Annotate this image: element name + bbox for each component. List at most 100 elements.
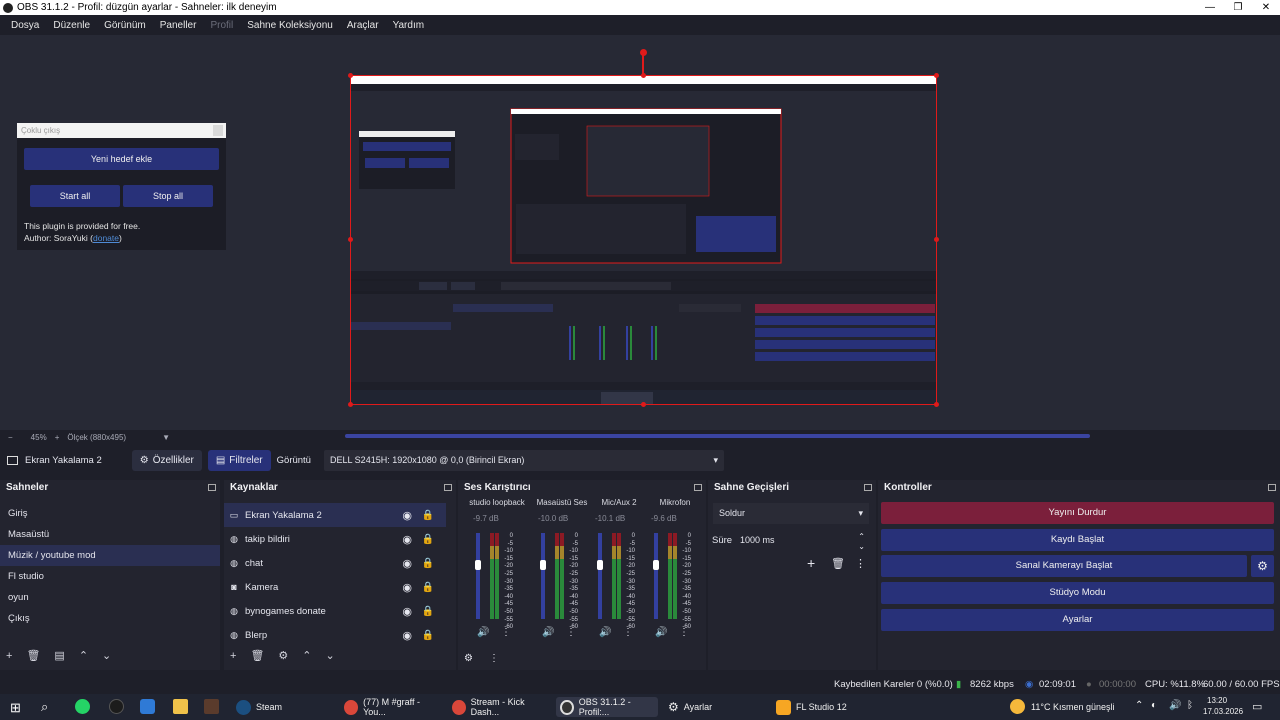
taskbar-obs[interactable]: OBS 31.1.2 - Profil:... (556, 697, 658, 717)
volume-slider-track[interactable] (654, 533, 658, 619)
taskbar-steam[interactable]: Steam (232, 697, 336, 717)
speaker-icon[interactable]: 🔊 (599, 627, 611, 638)
undock-icon[interactable] (444, 484, 452, 491)
scene-item[interactable]: Masaüstü (0, 524, 220, 545)
taskbar-chrome-youtube[interactable]: (77) M #graff - You... (340, 697, 444, 717)
speaker-icon[interactable]: 🔊 (655, 627, 667, 638)
trash-icon[interactable]: 🗑 (831, 557, 845, 570)
menu-help[interactable]: Yardım (386, 20, 432, 31)
trash-icon[interactable]: 🗑 (250, 649, 264, 662)
lock-icon[interactable]: 🔒 (422, 558, 434, 569)
move-up-icon[interactable]: ⌃ (79, 649, 88, 662)
advanced-audio-icon[interactable]: ⚙ (464, 653, 473, 664)
scale-label[interactable]: Ölçek (880x495) (67, 433, 126, 442)
undock-icon[interactable] (694, 484, 702, 491)
search-icon[interactable]: ⌕ (41, 699, 48, 715)
transition-menu-icon[interactable]: ⋮ (855, 557, 866, 570)
maximize-button[interactable]: ❐ (1224, 2, 1252, 13)
add-icon[interactable]: + (230, 650, 236, 662)
source-item[interactable]: ▭ Ekran Yakalama 2 ◉ 🔒 (224, 503, 446, 527)
eye-icon[interactable]: ◉ (402, 605, 412, 618)
menu-docks[interactable]: Paneller (153, 20, 204, 31)
stop-all-button[interactable]: Stop all (123, 185, 213, 207)
notification-icon[interactable]: ▭ (1252, 700, 1262, 713)
lock-icon[interactable]: 🔒 (422, 630, 434, 641)
volume-slider-track[interactable] (598, 533, 602, 619)
scene-item[interactable]: Giriş (0, 503, 220, 524)
clock-time[interactable]: 13:20 (1207, 696, 1227, 705)
tray-expand-icon[interactable]: ⌃ (1135, 700, 1143, 711)
volume-slider-handle[interactable] (597, 560, 603, 570)
settings-button[interactable]: Ayarlar (881, 609, 1274, 631)
eye-icon[interactable]: ◉ (402, 557, 412, 570)
source-item[interactable]: ◙ Kamera ◉ 🔒 (224, 575, 446, 599)
weather-text[interactable]: 11°C Kısmen güneşli (1031, 702, 1114, 712)
move-down-icon[interactable]: ⌄ (326, 649, 335, 662)
eye-icon[interactable]: ◉ (402, 581, 412, 594)
add-icon[interactable]: + (6, 650, 12, 662)
minimize-button[interactable]: — (1196, 2, 1224, 13)
resize-handle-top-right[interactable] (934, 73, 939, 78)
move-up-icon[interactable]: ⌃ (302, 649, 311, 662)
scene-item[interactable]: Fl studio (0, 566, 220, 587)
eye-icon[interactable]: ◉ (402, 509, 412, 522)
virtual-camera-settings-gear-icon[interactable]: ⚙ (1251, 555, 1274, 577)
app-icon[interactable] (204, 699, 219, 714)
menu-view[interactable]: Görünüm (97, 20, 153, 31)
scene-item-selected[interactable]: Müzik / youtube mod (0, 545, 220, 566)
studio-mode-button[interactable]: Stüdyo Modu (881, 582, 1274, 604)
scene-item[interactable]: oyun (0, 587, 220, 608)
start-virtual-camera-button[interactable]: Sanal Kamerayı Başlat (881, 555, 1247, 577)
scale-dropdown-icon[interactable]: ▼ (162, 433, 170, 442)
start-all-button[interactable]: Start all (30, 185, 120, 207)
start-recording-button[interactable]: Kaydı Başlat (881, 529, 1274, 551)
mixer-menu-icon[interactable]: ⋮ (489, 653, 499, 664)
menu-edit[interactable]: Düzenle (46, 20, 97, 31)
filter-icon[interactable]: ▤ (54, 649, 64, 662)
volume-icon[interactable]: 🔊 (1169, 700, 1181, 711)
resize-handle-right[interactable] (934, 237, 939, 242)
add-target-button[interactable]: Yeni hedef ekle (24, 148, 219, 170)
taskbar-fl-studio[interactable]: FL Studio 12 (772, 697, 872, 717)
menu-scene-collection[interactable]: Sahne Koleksiyonu (240, 20, 340, 31)
speaker-icon[interactable]: 🔊 (542, 627, 554, 638)
source-item[interactable]: ◍ takip bildiri ◉ 🔒 (224, 527, 446, 551)
lock-icon[interactable]: 🔒 (422, 582, 434, 593)
volume-slider-handle[interactable] (475, 560, 481, 570)
screen-capture-source[interactable] (350, 75, 937, 405)
add-transition-icon[interactable]: + (807, 555, 815, 571)
speaker-icon[interactable]: 🔊 (477, 627, 489, 638)
channel-menu-icon[interactable]: ⋮ (501, 627, 511, 638)
menu-profile[interactable]: Profil (203, 20, 240, 31)
bluetooth-icon[interactable]: ᛒ (1187, 700, 1193, 711)
taskbar-chrome-kick[interactable]: Stream - Kick Dash... (448, 697, 552, 717)
multi-output-close-button[interactable] (213, 125, 223, 136)
resize-handle-top-left[interactable] (348, 73, 353, 78)
scene-item[interactable]: Çıkış (0, 608, 220, 629)
lock-icon[interactable]: 🔒 (422, 510, 434, 521)
zoom-out-button[interactable]: − (8, 433, 13, 442)
whatsapp-icon[interactable] (75, 699, 90, 714)
spin-down-icon[interactable]: ⌄ (858, 536, 865, 557)
gear-icon[interactable]: ⚙ (278, 649, 288, 662)
clock-date[interactable]: 17.03.2026 (1203, 707, 1243, 716)
resize-handle-bottom-left[interactable] (348, 402, 353, 407)
volume-slider-track[interactable] (476, 533, 480, 619)
resize-handle-bottom[interactable] (641, 402, 646, 407)
move-down-icon[interactable]: ⌄ (102, 649, 111, 662)
rotation-handle[interactable] (640, 49, 647, 56)
zoom-in-button[interactable]: + (55, 433, 60, 442)
lock-icon[interactable]: 🔒 (422, 534, 434, 545)
properties-button[interactable]: ⚙ Özellikler (131, 450, 202, 471)
taskbar-settings[interactable]: ⚙ Ayarlar (664, 697, 764, 717)
undock-icon[interactable] (864, 484, 872, 491)
source-item[interactable]: ◍ Blerp ◉ 🔒 (224, 623, 446, 647)
stop-streaming-button[interactable]: Yayını Durdur (881, 502, 1274, 524)
transition-select[interactable]: Soldur ▾ (713, 503, 869, 524)
volume-slider-handle[interactable] (653, 560, 659, 570)
outlook-icon[interactable] (140, 699, 155, 714)
resize-handle-left[interactable] (348, 237, 353, 242)
filters-button[interactable]: ▤ Filtreler (207, 450, 271, 471)
resize-handle-bottom-right[interactable] (934, 402, 939, 407)
menu-file[interactable]: Dosya (4, 20, 46, 31)
